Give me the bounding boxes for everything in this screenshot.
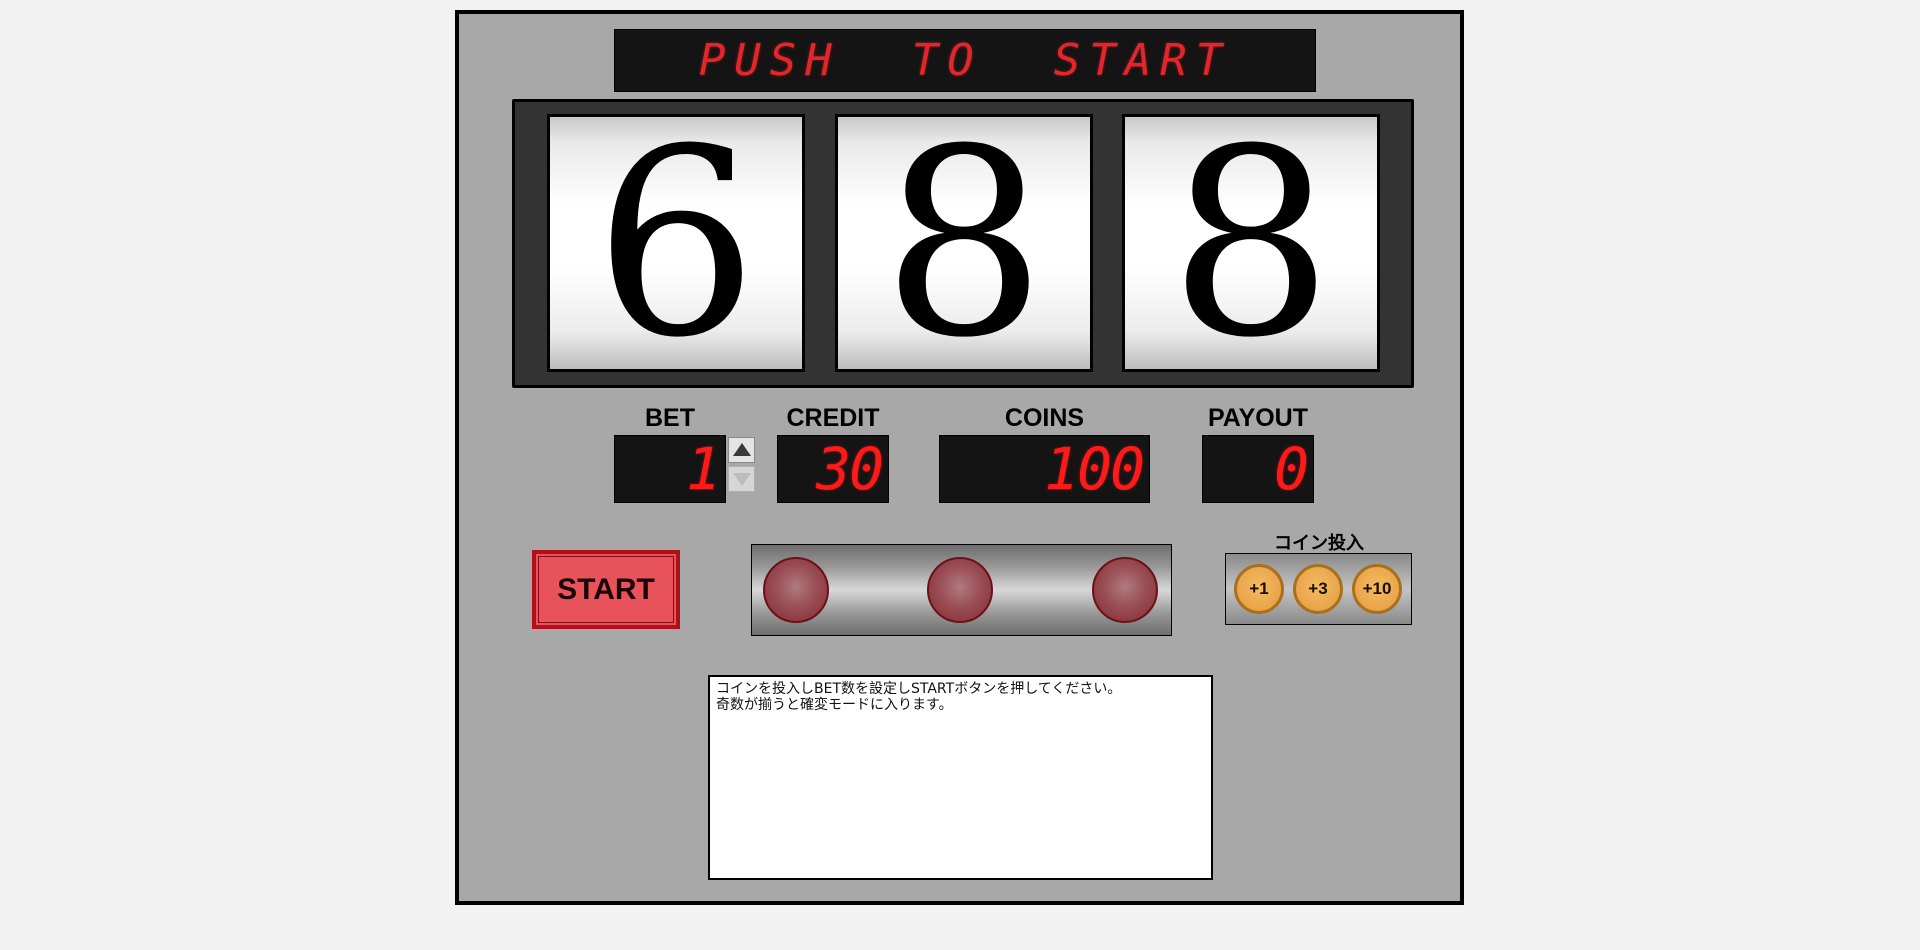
credit-display: 30 bbox=[777, 435, 889, 503]
coin-insert-panel: +1 +3 +10 bbox=[1225, 553, 1412, 625]
reel-3-symbol: 8 bbox=[1168, 114, 1334, 372]
insert-coin-1-button[interactable]: +1 bbox=[1234, 564, 1284, 614]
message-box: コインを投入しBET数を設定しSTARTボタンを押してください。 奇数が揃うと確… bbox=[708, 675, 1213, 880]
reel-1: 6 bbox=[547, 114, 805, 372]
coins-label: COINS bbox=[1004, 404, 1085, 432]
reel-2: 8 bbox=[835, 114, 1093, 372]
insert-coin-3-button[interactable]: +3 bbox=[1293, 564, 1343, 614]
reel-2-symbol: 8 bbox=[881, 114, 1047, 372]
reel-3: 8 bbox=[1122, 114, 1380, 372]
insert-coin-10-button[interactable]: +10 bbox=[1352, 564, 1402, 614]
bet-label: BET bbox=[645, 404, 695, 432]
marquee-display: PUSH TO START bbox=[614, 29, 1316, 92]
payout-display: 0 bbox=[1202, 435, 1314, 503]
bet-down-button[interactable] bbox=[728, 466, 755, 492]
lamp-panel bbox=[751, 544, 1172, 636]
triangle-down-icon bbox=[732, 473, 751, 486]
coins-display: 100 bbox=[939, 435, 1150, 503]
lamp-3 bbox=[1092, 557, 1158, 623]
bet-display: 1 bbox=[614, 435, 726, 503]
credit-label: CREDIT bbox=[786, 404, 880, 432]
slot-machine-cabinet: PUSH TO START 6 8 8 BET CREDIT COINS PAY… bbox=[455, 10, 1464, 905]
lamp-1 bbox=[763, 557, 829, 623]
payout-label: PAYOUT bbox=[1207, 404, 1309, 432]
reel-window: 6 8 8 bbox=[512, 99, 1414, 388]
reel-1-symbol: 6 bbox=[593, 114, 759, 372]
lamp-2 bbox=[927, 557, 993, 623]
start-button[interactable]: START bbox=[532, 550, 680, 629]
coin-insert-title: コイン投入 bbox=[1274, 533, 1364, 554]
bet-up-button[interactable] bbox=[728, 437, 755, 463]
triangle-up-icon bbox=[732, 443, 751, 456]
